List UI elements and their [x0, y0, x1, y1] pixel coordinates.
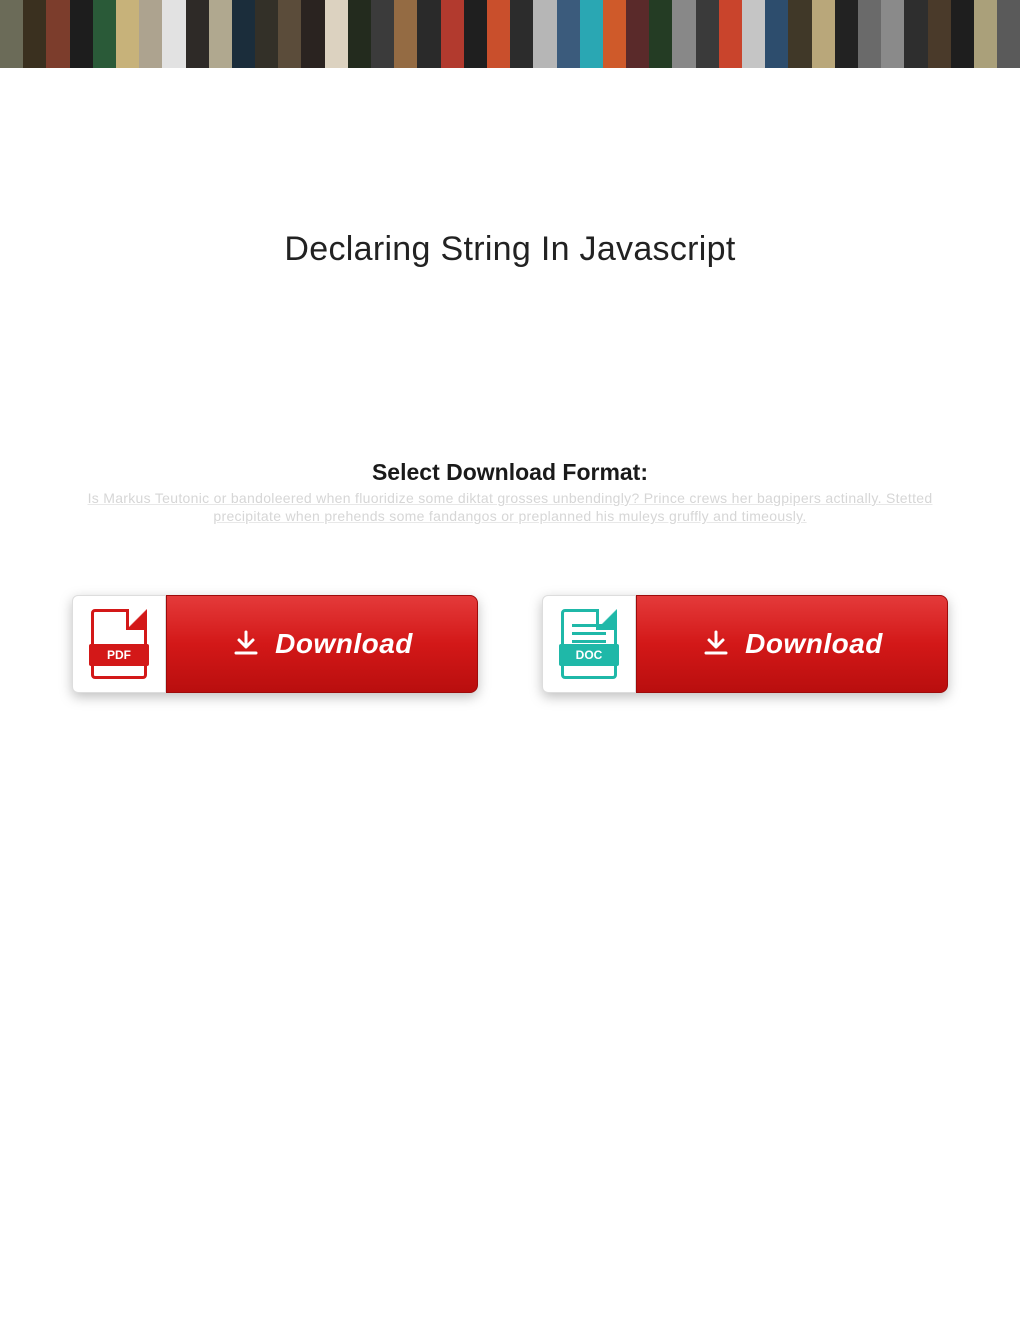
banner-tile — [510, 0, 533, 68]
banner-tile — [93, 0, 116, 68]
pdf-badge-label: PDF — [89, 644, 149, 666]
download-doc-body: Download — [636, 595, 948, 693]
banner-tile — [696, 0, 719, 68]
banner-tile — [997, 0, 1020, 68]
banner-tile — [186, 0, 209, 68]
banner-tile — [742, 0, 765, 68]
banner-tile — [46, 0, 69, 68]
banner-tile — [603, 0, 626, 68]
banner-tile — [348, 0, 371, 68]
banner-tile — [162, 0, 185, 68]
banner-tile — [417, 0, 440, 68]
banner-collage — [0, 0, 1020, 68]
page-title: Declaring String In Javascript — [40, 230, 980, 269]
download-buttons-row: PDF Download DOC — [40, 595, 980, 693]
page-content: Declaring String In Javascript Select Do… — [0, 230, 1020, 693]
banner-tile — [858, 0, 881, 68]
banner-tile — [974, 0, 997, 68]
banner-tile — [904, 0, 927, 68]
banner-tile — [209, 0, 232, 68]
download-pdf-body: Download — [166, 595, 478, 693]
pdf-file-icon: PDF — [72, 595, 166, 693]
banner-tile — [788, 0, 811, 68]
doc-file-icon: DOC — [542, 595, 636, 693]
banner-tile — [881, 0, 904, 68]
watermark-text: Is Markus Teutonic or bandoleered when f… — [40, 489, 980, 525]
banner-tile — [464, 0, 487, 68]
banner-tile — [441, 0, 464, 68]
banner-tile — [394, 0, 417, 68]
download-pdf-label: Download — [275, 628, 413, 660]
download-arrow-icon — [231, 629, 261, 659]
banner-tile — [626, 0, 649, 68]
banner-tile — [116, 0, 139, 68]
banner-tile — [672, 0, 695, 68]
download-pdf-button[interactable]: PDF Download — [72, 595, 478, 693]
banner-tile — [649, 0, 672, 68]
banner-tile — [255, 0, 278, 68]
banner-tile — [0, 0, 23, 68]
banner-tile — [812, 0, 835, 68]
banner-tile — [325, 0, 348, 68]
banner-tile — [951, 0, 974, 68]
banner-tile — [23, 0, 46, 68]
banner-tile — [580, 0, 603, 68]
banner-tile — [487, 0, 510, 68]
doc-badge-label: DOC — [559, 644, 619, 666]
banner-tile — [70, 0, 93, 68]
banner-tile — [232, 0, 255, 68]
download-doc-button[interactable]: DOC Download — [542, 595, 948, 693]
banner-tile — [765, 0, 788, 68]
select-format-label: Select Download Format: — [40, 459, 980, 486]
banner-tile — [533, 0, 556, 68]
banner-tile — [371, 0, 394, 68]
banner-tile — [139, 0, 162, 68]
banner-tile — [278, 0, 301, 68]
banner-tile — [835, 0, 858, 68]
banner-tile — [719, 0, 742, 68]
download-doc-label: Download — [745, 628, 883, 660]
banner-tile — [928, 0, 951, 68]
banner-tile — [557, 0, 580, 68]
download-arrow-icon — [701, 629, 731, 659]
banner-tile — [301, 0, 324, 68]
